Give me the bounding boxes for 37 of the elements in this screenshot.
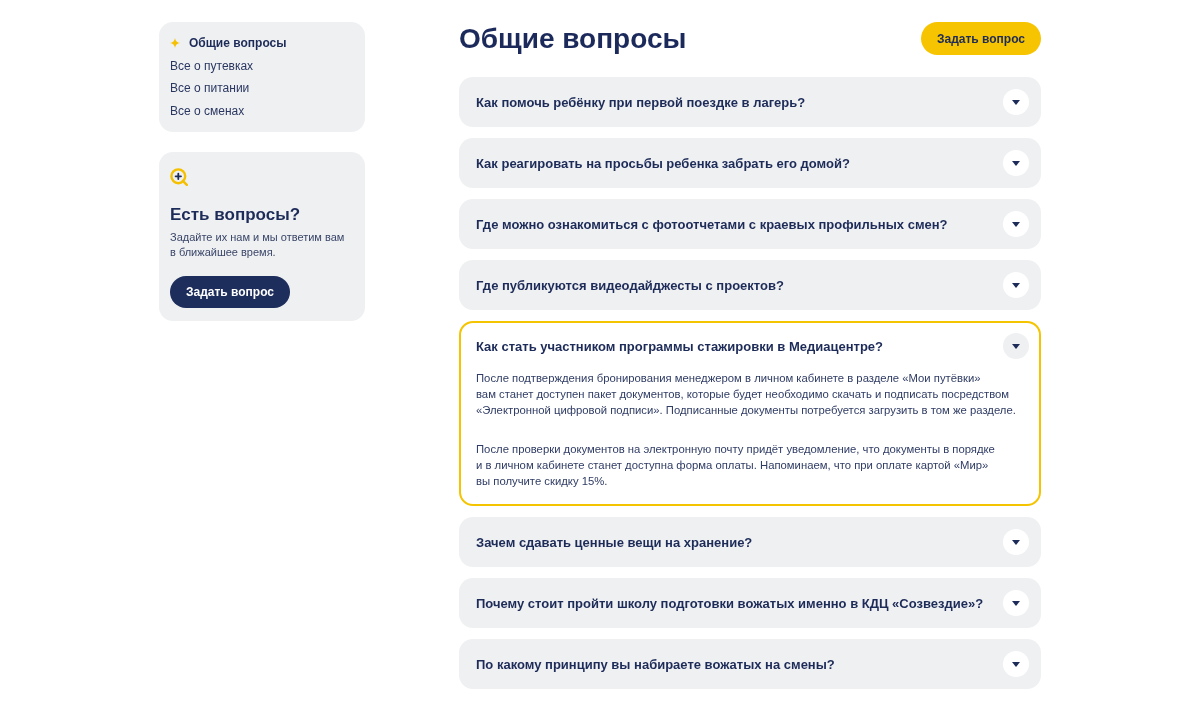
expand-button[interactable] — [1003, 333, 1029, 359]
faq-question[interactable]: Как реагировать на просьбы ребенка забрать его домой? — [476, 155, 850, 171]
faq-question[interactable]: Как помочь ребёнку при первой поездке в лагерь? — [476, 94, 806, 110]
caret-icon — [1012, 221, 1020, 227]
expand-button[interactable] — [1003, 89, 1029, 115]
faq-question[interactable]: Почему стоит пройти школу подготовки вожатых именно в КДЦ «Созвездие»? — [476, 595, 984, 611]
caret-icon — [1012, 160, 1020, 166]
category-link[interactable]: Все о сменах — [170, 100, 245, 123]
caret-icon — [1012, 539, 1020, 545]
faq-answer: После подтверждения бронирования менеджером в личном кабинете в разделе «Мои путёвки» вам станет доступен пакет документов, которые будет необходимо скачать и подписать посредством «Электронной цифровой подписи». Подписанные документы потребуется загрузить в том же разделе. — [476, 371, 1017, 418]
expand-button[interactable] — [1003, 150, 1029, 176]
expand-button[interactable] — [1003, 272, 1029, 298]
expand-button[interactable] — [1003, 529, 1029, 555]
contact-title: Есть вопросы? — [170, 203, 301, 226]
caret-icon — [1012, 661, 1020, 667]
expand-button[interactable] — [1003, 651, 1029, 677]
page-title: Общие вопросы — [459, 22, 687, 55]
caret-icon — [1012, 600, 1020, 606]
caret-icon — [1012, 282, 1020, 288]
faq-question[interactable]: Где можно ознакомиться с фотоотчетами с краевых профильных смен? — [476, 216, 948, 232]
chat-plus-icon — [170, 167, 188, 186]
ask-question-button[interactable]: Задать вопрос — [920, 22, 1041, 55]
contact-text: Задайте их нам и мы ответим вам в ближайшее время. — [170, 229, 345, 260]
faq-question[interactable]: По какому принципу вы набираете вожатых на смены? — [476, 656, 835, 672]
faq-question[interactable]: Как стать участником программы стажировки в Медиацентре? — [476, 338, 883, 354]
faq-question[interactable]: Где публикуются видеодайджесты с проектов? — [476, 277, 784, 293]
caret-icon — [1012, 343, 1020, 349]
category-link[interactable]: Общие вопросы — [170, 32, 287, 55]
category-link[interactable]: Все о путевках — [170, 54, 254, 78]
sparkle-icon — [170, 38, 180, 49]
category-link[interactable]: Все о питании — [170, 77, 250, 101]
faq-question[interactable]: Зачем сдавать ценные вещи на хранение? — [476, 534, 753, 550]
faq-answer: После проверки документов на электронную почту придёт уведомление, что документы в порядке и в личном кабинете станет доступна форма оплаты. Напоминаем, что при оплате картой «Мир» вы получите скидку 15%. — [476, 442, 996, 489]
expand-button[interactable] — [1003, 590, 1029, 616]
caret-icon — [1012, 99, 1020, 105]
ask-question-button[interactable]: Задать вопрос — [170, 275, 291, 308]
expand-button[interactable] — [1003, 211, 1029, 237]
